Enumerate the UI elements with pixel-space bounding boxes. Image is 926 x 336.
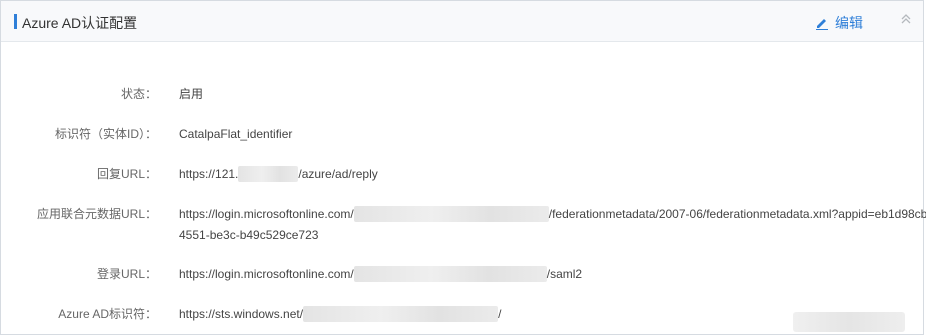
login-url-prefix: https://login.microsoftonline.com/ — [179, 267, 354, 281]
redacted-block — [353, 266, 547, 282]
metadata-url-prefix: https://login.microsoftonline.com/ — [179, 207, 354, 221]
azure-ad-identifier-label: Azure AD标识符： — [58, 307, 157, 321]
reply-url-label: 回复URL： — [96, 167, 157, 181]
redacted-block — [238, 166, 299, 182]
title-accent-bar — [14, 14, 17, 29]
status-value: 启用 — [179, 87, 204, 101]
reply-url-prefix: https://121. — [179, 167, 239, 181]
login-url-value: https://login.microsoftonline.com/ /saml2 — [179, 266, 924, 283]
status-label: 状态： — [120, 87, 157, 101]
azure-ad-config-panel: Azure AD认证配置 编辑 状态： 启用 标识符（实体ID）： Catalp… — [0, 0, 926, 335]
metadata-url-suffix: /federationmetadata/2007-06/federationme… — [548, 207, 926, 221]
pencil-icon — [815, 16, 829, 30]
entity-id-label: 标识符（实体ID）： — [54, 127, 157, 141]
redacted-block — [303, 306, 499, 322]
metadata-url-label: 应用联合元数据URL： — [36, 207, 157, 221]
azure-ad-identifier-suffix: / — [498, 307, 502, 321]
collapse-chevron-icon[interactable] — [899, 11, 913, 29]
reply-url-value: https://121. /azure/ad/reply — [179, 166, 924, 183]
azure-ad-identifier-prefix: https://sts.windows.net/ — [179, 307, 304, 321]
edit-button-label: 编辑 — [835, 15, 863, 31]
edit-button[interactable]: 编辑 — [815, 13, 863, 33]
panel-title: Azure AD认证配置 — [22, 15, 138, 31]
redacted-block — [353, 206, 549, 222]
panel-header: Azure AD认证配置 编辑 — [1, 1, 923, 42]
entity-id-value: CatalpaFlat_identifier — [179, 127, 293, 141]
login-url-label: 登录URL： — [96, 267, 157, 281]
metadata-url-value: https://login.microsoftonline.com/ /feder… — [179, 206, 926, 244]
login-url-suffix: /saml2 — [546, 267, 583, 281]
redacted-corner-block — [793, 312, 905, 332]
reply-url-suffix: /azure/ad/reply — [298, 167, 378, 181]
metadata-url-continuation: 4551-be3c-b49c529ce723 — [179, 228, 319, 242]
